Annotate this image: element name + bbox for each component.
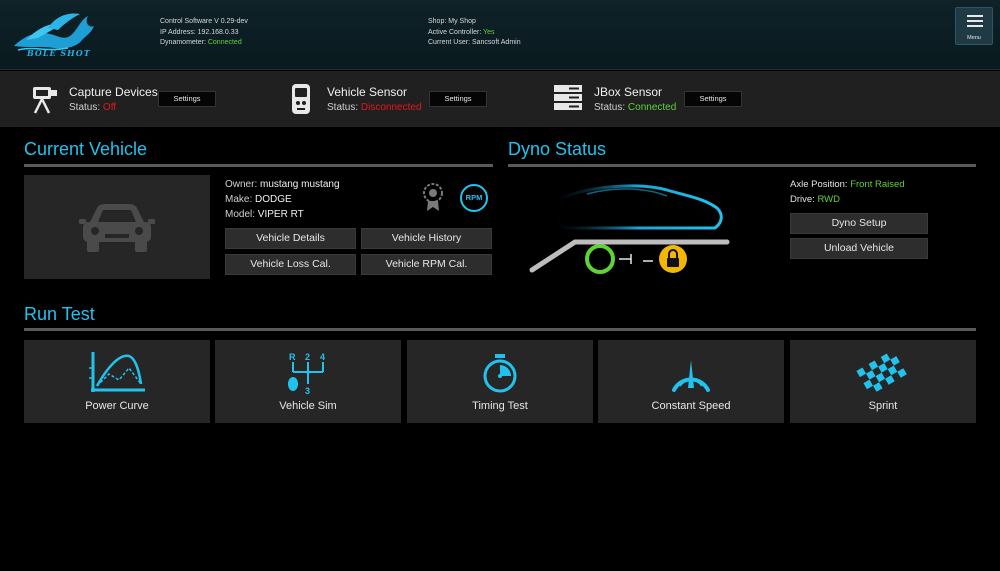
device-status: Status: Connected	[594, 102, 677, 113]
device-status-bar: Capture Devices Status: Off Settings Veh…	[0, 71, 1000, 127]
app-header: BOLE SHOT Control Software V 0.29-dev IP…	[0, 0, 1000, 70]
current-vehicle-title: Current Vehicle	[24, 139, 148, 159]
vehicle-details-button[interactable]: Vehicle Details	[225, 228, 356, 249]
shift-2-label: 2	[305, 352, 310, 362]
timing-test-tile[interactable]: Timing Test	[407, 340, 593, 423]
menu-label: Menu	[967, 35, 981, 41]
gear-shifter-icon: R 2 4 3	[288, 352, 325, 396]
vehicle-owner: Owner: mustang mustang	[225, 179, 340, 190]
power-curve-tile[interactable]: Power Curve	[24, 340, 210, 423]
shop-info: Shop: My Shop Active Controller: Yes Cur…	[428, 17, 521, 49]
active-controller: Active Controller: Yes	[428, 28, 495, 36]
device-name: JBox Sensor	[594, 85, 663, 99]
vehicle-model: Model: VIPER RT	[225, 209, 304, 220]
dyno-status-title: Dyno Status	[508, 139, 607, 159]
stopwatch-icon	[483, 354, 517, 393]
jbox-sensor-panel: JBox Sensor Status: Connected Settings	[0, 71, 800, 127]
vehicle-loss-cal-button[interactable]: Vehicle Loss Cal.	[225, 254, 356, 275]
jbox-settings-button[interactable]: Settings	[684, 91, 742, 107]
tile-label: Timing Test	[472, 400, 528, 412]
section-divider	[24, 328, 976, 331]
current-user: Current User: Sancsoft Admin	[428, 39, 521, 46]
menu-button[interactable]: Menu	[955, 7, 993, 45]
unload-vehicle-button[interactable]: Unload Vehicle	[790, 238, 928, 259]
dynamometer-status: Dynamometer: Connected	[160, 39, 242, 46]
shop-name: Shop: My Shop	[428, 18, 476, 25]
tile-label: Sprint	[868, 400, 898, 412]
power-curve-icon	[89, 352, 145, 392]
speedometer-icon	[672, 360, 710, 392]
software-version: Control Software V 0.29-dev	[160, 18, 248, 25]
constant-speed-tile[interactable]: Constant Speed	[598, 340, 784, 423]
vehicle-history-button[interactable]: Vehicle History	[361, 228, 492, 249]
section-divider	[508, 164, 976, 167]
calibration-medal-icon[interactable]	[422, 182, 444, 212]
vehicle-rpm-cal-button[interactable]: Vehicle RPM Cal.	[361, 254, 492, 275]
logo-text: BOLE SHOT	[27, 48, 91, 58]
car-icon	[79, 204, 155, 252]
sprint-tile[interactable]: Sprint	[790, 340, 976, 423]
rpm-badge-label: RPM	[465, 193, 483, 202]
server-rack-icon	[554, 85, 582, 110]
checkered-flag-icon	[856, 353, 907, 392]
dyno-setup-button[interactable]: Dyno Setup	[790, 213, 928, 234]
hamburger-icon	[967, 15, 983, 30]
section-divider	[24, 164, 493, 167]
vehicle-make: Make: DODGE	[225, 194, 292, 205]
shift-4-label: 4	[320, 352, 325, 362]
tile-label: Constant Speed	[651, 400, 731, 412]
drive-type: Drive: RWD	[790, 194, 840, 205]
dyno-diagram-icon	[529, 184, 730, 274]
dyno-info: Axle Position: Front Raised Drive: RWD	[790, 177, 905, 207]
run-test-title: Run Test	[24, 304, 95, 324]
tile-label: Vehicle Sim	[279, 400, 337, 412]
vehicle-sim-tile[interactable]: R 2 4 3 Vehicle Sim	[215, 340, 401, 423]
tile-label: Power Curve	[85, 400, 149, 412]
system-info: Control Software V 0.29-dev IP Address: …	[160, 17, 248, 49]
vehicle-image	[24, 175, 210, 279]
shift-r-label: R	[289, 352, 296, 362]
ip-address: IP Address: 192.168.0.33	[160, 28, 239, 36]
vehicle-info: Owner: mustang mustang Make: DODGE Model…	[225, 177, 340, 222]
shift-3-label: 3	[305, 386, 310, 396]
axle-position: Axle Position: Front Raised	[790, 179, 905, 190]
